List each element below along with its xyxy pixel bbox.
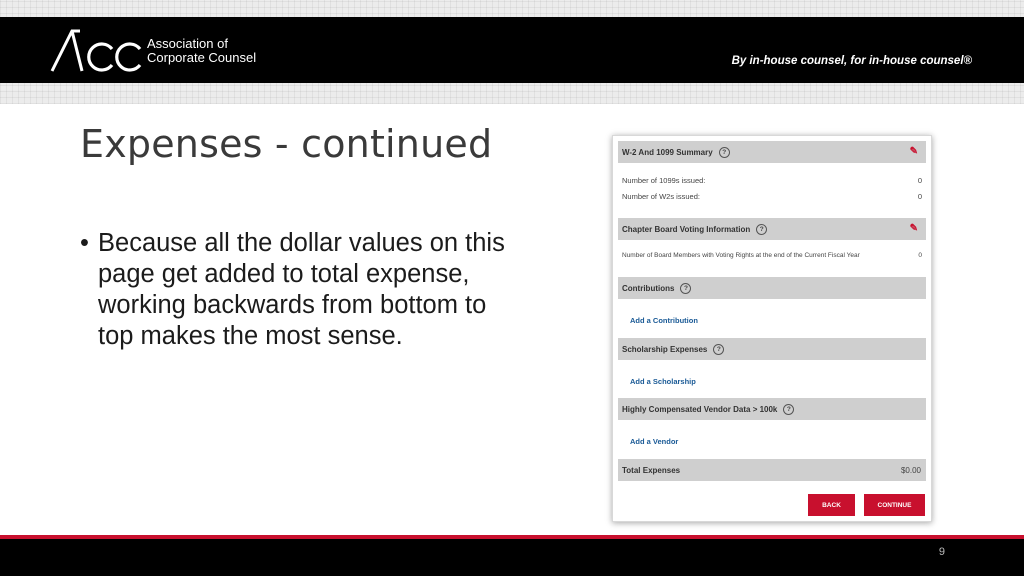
pencil-icon[interactable]: ✎ <box>910 146 918 157</box>
add-scholarship-link[interactable]: Add a Scholarship <box>630 377 696 386</box>
section-header-w2-1099: W-2 And 1099 Summary ? ✎ <box>618 141 926 163</box>
section-header-contributions: Contributions ? <box>618 277 926 299</box>
section-header-voting: Chapter Board Voting Information ? ✎ <box>618 218 926 240</box>
row-w2s-issued: Number of W2s issued: 0 <box>622 192 922 201</box>
footer-bar: 9 <box>0 539 1024 576</box>
slide-title: Expenses - continued <box>80 122 493 166</box>
total-expenses-row: Total Expenses $0.00 <box>618 459 926 481</box>
add-vendor-link[interactable]: Add a Vendor <box>630 437 678 446</box>
section-title-voting: Chapter Board Voting Information <box>622 224 751 234</box>
row-label: Number of W2s issued: <box>622 192 700 201</box>
acc-logo: Association of Corporate Counsel <box>50 25 260 77</box>
acc-logo-mark <box>50 29 142 72</box>
section-title-vendor: Highly Compensated Vendor Data > 100k <box>622 404 778 414</box>
row-1099s-issued: Number of 1099s issued: 0 <box>622 176 922 185</box>
page-number: 9 <box>938 546 945 558</box>
question-circle-icon[interactable]: ? <box>783 403 795 415</box>
row-board-members-voting: Number of Board Members with Voting Righ… <box>622 252 922 259</box>
expenses-form-screenshot: W-2 And 1099 Summary ? ✎ Number of 1099s… <box>612 135 932 522</box>
question-circle-icon[interactable]: ? <box>680 282 692 294</box>
tagline: By in-house counsel, for in-house counse… <box>731 55 972 67</box>
section-title-w2-1099: W-2 And 1099 Summary <box>622 147 713 157</box>
section-title-contributions: Contributions <box>622 283 675 293</box>
section-title-scholarship: Scholarship Expenses <box>622 344 708 354</box>
row-label: Number of 1099s issued: <box>622 176 706 185</box>
row-value: 0 <box>917 176 922 185</box>
total-expenses-amount: $0.00 <box>900 465 921 475</box>
header-bar: Association of Corporate Counsel By in-h… <box>0 17 1024 83</box>
question-circle-icon[interactable]: ? <box>713 343 725 355</box>
section-header-scholarship: Scholarship Expenses ? <box>618 338 926 360</box>
bullet-marker: • <box>80 229 89 257</box>
row-value: 0 <box>918 252 922 259</box>
question-circle-icon[interactable]: ? <box>756 223 768 235</box>
row-value: 0 <box>917 192 922 201</box>
logo-line-1: Association of <box>147 36 228 51</box>
pencil-icon[interactable]: ✎ <box>910 223 918 234</box>
row-label: Number of Board Members with Voting Righ… <box>622 252 860 259</box>
bullet-text: Because all the dollar values on this pa… <box>98 229 505 350</box>
total-expenses-label: Total Expenses <box>622 465 681 475</box>
logo-text: Association of Corporate Counsel <box>147 37 256 65</box>
bullet-point: • Because all the dollar values on this … <box>80 228 520 352</box>
logo-line-2: Corporate Counsel <box>147 50 257 65</box>
back-button[interactable]: BACK <box>808 494 855 516</box>
continue-button[interactable]: CONTINUE <box>864 494 925 516</box>
question-circle-icon[interactable]: ? <box>718 146 730 158</box>
add-contribution-link[interactable]: Add a Contribution <box>630 316 698 325</box>
section-header-vendor: Highly Compensated Vendor Data > 100k ? <box>618 398 926 420</box>
